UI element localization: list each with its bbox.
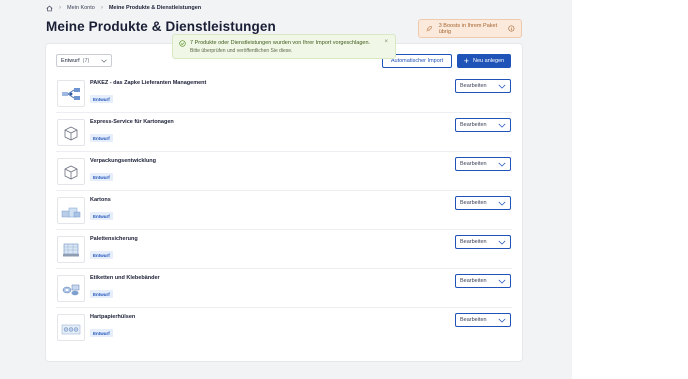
product-title[interactable]: Palettensicherung	[90, 236, 138, 242]
filter-value: Entwurf	[61, 57, 80, 64]
chevron-down-icon	[498, 240, 506, 245]
product-thumbnail	[57, 197, 85, 224]
edit-dropdown-button[interactable]: Bearbeiten	[455, 157, 511, 171]
product-thumbnail	[57, 80, 85, 107]
toast-subtitle: Bitte überprüfen und veröffentlichen Sie…	[190, 48, 293, 54]
product-list: PAKEZ - das Zapke Lieferanten Management…	[56, 74, 512, 347]
cartons-icon	[61, 207, 81, 217]
status-filter-select[interactable]: Entwurf (7)	[56, 54, 112, 67]
new-product-button[interactable]: + Neu anlegen	[457, 54, 511, 68]
box-icon	[64, 165, 78, 179]
product-title[interactable]: Kartons	[90, 197, 111, 203]
status-badge: Entwurf	[90, 251, 113, 259]
toast-title: 7 Produkte oder Dienstleistungen wurden …	[190, 40, 371, 46]
product-row: Hartpapierhülsen Entwurf Bearbeiten	[56, 308, 512, 347]
product-title[interactable]: PAKEZ - das Zapke Lieferanten Management	[90, 80, 206, 86]
success-toast: 7 Produkte oder Dienstleistungen wurden …	[172, 34, 396, 59]
boosts-banner: 3 Boosts in Ihrem Paket übrig	[418, 19, 522, 38]
edit-dropdown-button[interactable]: Bearbeiten	[455, 79, 511, 93]
status-badge: Entwurf	[90, 95, 113, 103]
plus-icon: +	[463, 55, 470, 66]
chevron-down-icon	[498, 279, 506, 284]
product-thumbnail	[57, 119, 85, 146]
product-thumbnail	[57, 275, 85, 302]
edit-dropdown-button[interactable]: Bearbeiten	[455, 313, 511, 327]
filter-count: (7)	[82, 57, 90, 64]
product-row: PAKEZ - das Zapke Lieferanten Management…	[56, 74, 512, 113]
product-title[interactable]: Verpackungsentwicklung	[90, 158, 156, 164]
chevron-down-icon	[498, 201, 506, 206]
boosts-text: 3 Boosts in Ihrem Paket übrig	[438, 22, 498, 35]
breadcrumb-item-account[interactable]: Mein Konto	[67, 5, 95, 11]
status-badge: Entwurf	[90, 134, 113, 142]
new-product-label: Neu anlegen	[473, 58, 505, 64]
tubes-icon	[61, 324, 81, 334]
close-icon[interactable]: ×	[384, 39, 388, 45]
breadcrumb: › Mein Konto › Meine Produkte & Dienstle…	[46, 4, 201, 12]
products-card: Entwurf (7) Automatischer Import + Neu a…	[46, 44, 522, 361]
chevron-right-icon: ›	[100, 5, 103, 11]
breadcrumb-item-current: Meine Produkte & Dienstleistungen	[108, 5, 202, 11]
product-row: Kartons Entwurf Bearbeiten	[56, 191, 512, 230]
status-badge: Entwurf	[90, 173, 113, 181]
edit-dropdown-button[interactable]: Bearbeiten	[455, 196, 511, 210]
edit-label: Bearbeiten	[460, 239, 487, 245]
product-title[interactable]: Express-Service für Kartonagen	[90, 119, 174, 125]
edit-label: Bearbeiten	[460, 83, 487, 89]
box-icon	[64, 126, 78, 140]
edit-label: Bearbeiten	[460, 317, 487, 323]
edit-dropdown-button[interactable]: Bearbeiten	[455, 118, 511, 132]
status-badge: Entwurf	[90, 212, 113, 220]
product-row: Etiketten und Klebebänder Entwurf Bearbe…	[56, 269, 512, 308]
chevron-down-icon	[101, 59, 107, 63]
rocket-icon	[426, 25, 432, 32]
product-row: Express-Service für Kartonagen Entwurf B…	[56, 113, 512, 152]
info-icon[interactable]	[508, 25, 515, 32]
product-thumbnail	[57, 314, 85, 341]
page-title: Meine Produkte & Dienstleistungen	[46, 19, 276, 34]
chevron-down-icon	[498, 318, 506, 323]
edit-label: Bearbeiten	[460, 122, 487, 128]
product-thumbnail	[57, 236, 85, 263]
status-badge: Entwurf	[90, 290, 113, 298]
edit-label: Bearbeiten	[460, 278, 487, 284]
product-title[interactable]: Hartpapierhülsen	[90, 314, 135, 320]
chevron-right-icon: ›	[59, 5, 61, 11]
product-row: Palettensicherung Entwurf Bearbeiten	[56, 230, 512, 269]
edit-label: Bearbeiten	[460, 200, 487, 206]
home-icon[interactable]	[46, 5, 53, 12]
pallet-icon	[63, 243, 79, 256]
network-diagram-icon	[62, 87, 80, 100]
product-title[interactable]: Etiketten und Klebebänder	[90, 275, 160, 281]
page-background: › Mein Konto › Meine Produkte & Dienstle…	[0, 0, 572, 379]
edit-label: Bearbeiten	[460, 161, 487, 167]
status-badge: Entwurf	[90, 329, 113, 337]
edit-dropdown-button[interactable]: Bearbeiten	[455, 274, 511, 288]
product-row: Verpackungsentwicklung Entwurf Bearbeite…	[56, 152, 512, 191]
chevron-down-icon	[498, 84, 506, 89]
check-circle-icon	[179, 40, 186, 47]
product-thumbnail	[57, 158, 85, 185]
edit-dropdown-button[interactable]: Bearbeiten	[455, 235, 511, 249]
tapes-icon	[62, 284, 80, 295]
chevron-down-icon	[498, 123, 506, 128]
chevron-down-icon	[498, 162, 506, 167]
